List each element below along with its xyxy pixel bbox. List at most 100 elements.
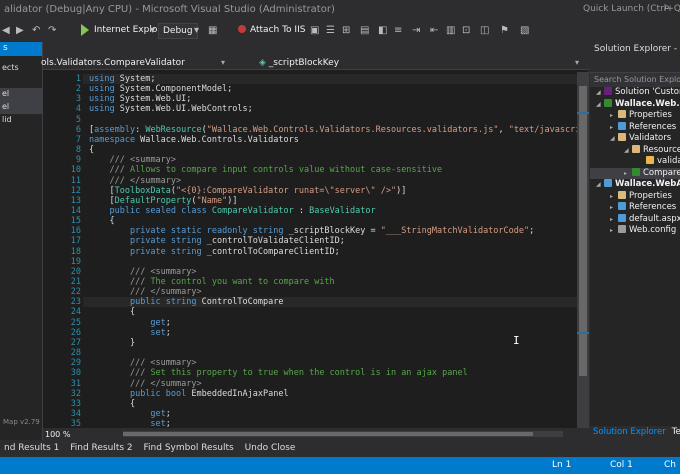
expand-arrow-icon[interactable]: ◢ [596,87,604,98]
code-line[interactable]: using System.Web.UI.WebControls; [89,104,253,114]
solution-tree-item[interactable]: ▸ References [590,202,680,214]
forward-icon[interactable]: ▶ [16,25,24,36]
redo-icon[interactable]: ↷ [48,25,56,36]
code-line[interactable]: [DefaultProperty("Name")] [89,196,237,206]
code-line[interactable]: namespace Wallace.Web.Controls.Validator… [89,135,299,145]
toolbar-icon-9[interactable]: ▥ [446,25,455,36]
type-navigation-dropdown[interactable]: ols.Validators.CompareValidator [41,58,185,68]
solution-tree-item[interactable]: ◢ Resource [590,144,680,157]
toolbar-icon-2[interactable]: ☰ [326,25,335,36]
expand-arrow-icon[interactable]: ▸ [610,110,618,121]
solution-tree-item[interactable]: valida [590,156,680,168]
code-line[interactable]: private string _controlToCompareClientID… [89,247,340,257]
solution-tree-item[interactable]: ◢ Wallace.Web.Co [590,98,680,111]
solution-tree-item[interactable]: ▸ References [590,121,680,134]
toolbar-icon-10[interactable]: ⊡ [462,25,470,36]
toolbar-icon-5[interactable]: ◧ [378,25,387,36]
left-pane-item[interactable]: lid [0,114,42,127]
solution-tree-item[interactable]: ◢ Solution 'CustomC [590,87,680,99]
solution-search-input[interactable]: Search Solution Explorer [590,73,680,87]
toolbar-icon-7[interactable]: ⇥ [412,25,420,36]
code-line[interactable]: { [89,399,135,409]
toolbar-icon-8[interactable]: ⇤ [430,25,438,36]
attach-to-iis-button[interactable]: Attach To IIS [238,25,305,35]
member-navigation-dropdown[interactable]: ◈ _scriptBlockKey [259,58,339,68]
solution-tree-item[interactable]: ◢ Validators [590,133,680,145]
code-line[interactable]: using System; [89,74,156,84]
solution-tree-item[interactable]: ▸ default.aspx [590,213,680,226]
toolbar-icon-6[interactable]: ≡ [394,25,402,36]
expand-arrow-icon[interactable]: ◢ [624,145,632,156]
solution-tree-item[interactable]: ▸ Properties [590,110,680,122]
code-line[interactable]: set; [89,419,170,428]
toolbar-icon-11[interactable]: ◫ [480,25,489,36]
code-line[interactable]: set; [89,328,170,338]
code-line[interactable]: private string _controlToValidateClientI… [89,236,345,246]
tab-find-symbol-results[interactable]: Find Symbol Results [140,440,238,456]
code-line[interactable]: using System.Web.UI; [89,94,191,104]
code-line[interactable]: get; [89,409,170,419]
horizontal-scrollbar[interactable]: 100 % [43,428,589,440]
expand-arrow-icon[interactable]: ▸ [610,191,618,202]
code-line[interactable]: [assembly: WebResource("Wallace.Web.Cont… [89,125,577,135]
solution-tree-item[interactable]: ▸ Compare [590,167,680,179]
code-line[interactable]: /// </summary> [89,287,202,297]
tab-find-results-2[interactable]: Find Results 2 [66,440,136,456]
tab-solution-explorer[interactable]: Solution Explorer [590,426,669,438]
code-line[interactable]: /// </summary> [89,176,181,186]
solution-tree-item[interactable]: ▸ Web.config [590,225,680,237]
code-line[interactable]: { [89,216,114,226]
code-line[interactable]: /// Set this property to true when the c… [89,368,468,378]
code-line[interactable]: } [89,338,135,348]
left-pane-item[interactable]: ects [0,62,42,75]
back-icon[interactable]: ◀ [2,25,10,36]
code-line[interactable]: public bool EmbeddedInAjaxPanel [89,389,289,399]
tab-team-explorer[interactable]: Team [669,426,680,438]
toolbar-icon-12[interactable]: ▧ [520,25,529,36]
code-editor[interactable]: ols.Validators.CompareValidator ▾ ◈ _scr… [41,42,589,440]
left-pane-item[interactable]: el [0,88,42,101]
horizontal-scroll-thumb[interactable] [123,432,533,436]
configuration-select[interactable]: Debug [158,23,198,39]
expand-arrow-icon[interactable]: ◢ [596,179,604,190]
code-line[interactable]: /// <summary> [89,267,197,277]
code-line[interactable]: { [89,307,135,317]
code-line[interactable]: /// Allows to compare input controls val… [89,165,442,175]
code-line[interactable]: private static readonly string _scriptBl… [89,226,534,236]
browser-dropdown-icon[interactable]: ▾ [150,25,155,36]
left-pane-tab[interactable]: s [0,42,42,56]
code-line[interactable]: { [89,145,94,155]
expand-arrow-icon[interactable]: ▸ [610,202,618,213]
expand-arrow-icon[interactable]: ◢ [610,133,618,144]
code-area[interactable]: 1 using System; 2 using System.ComponentMod… [43,72,577,428]
expand-arrow-icon[interactable]: ▸ [624,168,632,179]
code-line[interactable]: [ToolboxData("<{0}:CompareValidator runa… [89,186,406,196]
toolbar-icon-3[interactable]: ⊞ [342,25,350,36]
vertical-scrollbar[interactable] [577,72,589,428]
left-pane-item[interactable] [0,75,42,88]
tab-find-results-1[interactable]: nd Results 1 [0,440,63,456]
code-line[interactable]: public sealed class CompareValidator : B… [89,206,375,216]
quick-launch-search-icon[interactable]: ⌕ [664,2,670,13]
expand-arrow-icon[interactable]: ◢ [596,99,604,110]
left-pane-item[interactable]: el [0,101,42,114]
bookmark-icon[interactable]: ⚑ [500,25,509,36]
expand-arrow-icon[interactable]: ▸ [610,122,618,133]
expand-arrow-icon[interactable]: ▸ [610,225,618,236]
code-line[interactable]: /// </summary> [89,379,202,389]
solution-tree-item[interactable]: ◢ Wallace.WebAp [590,179,680,191]
solution-tree-item[interactable]: ▸ Properties [590,190,680,203]
member-dropdown-icon[interactable]: ▾ [575,58,579,67]
toolbar-icon-1[interactable]: ▣ [310,25,319,36]
code-line[interactable]: using System.ComponentModel; [89,84,232,94]
expand-arrow-icon[interactable]: ▸ [610,214,618,225]
code-line[interactable]: /// <summary> [89,155,176,165]
code-line[interactable]: public string ControlToCompare [89,297,284,307]
undo-icon[interactable]: ↶ [32,25,40,36]
zoom-level[interactable]: 100 % [45,430,70,439]
tab-undo-close[interactable]: Undo Close [241,440,300,456]
horizontal-scroll-track[interactable] [123,431,563,437]
code-line[interactable]: get; [89,318,170,328]
type-dropdown-icon[interactable]: ▾ [221,58,225,67]
toolbar-icon-4[interactable]: ▤ [360,25,369,36]
